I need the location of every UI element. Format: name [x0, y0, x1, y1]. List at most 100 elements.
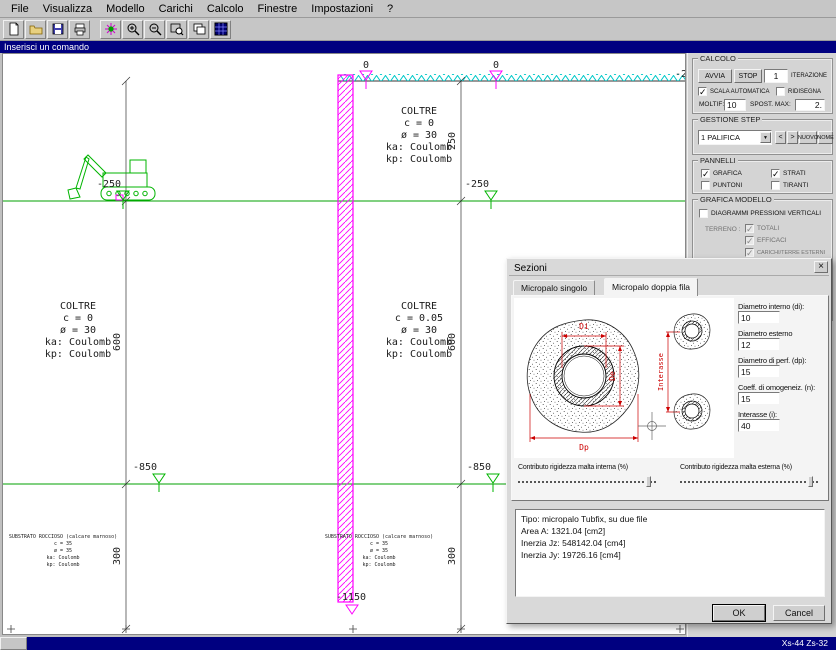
micropile-wall[interactable] — [338, 75, 353, 602]
strati-box[interactable] — [771, 169, 780, 178]
zoom-out-button[interactable] — [144, 20, 165, 39]
menu-finestre[interactable]: Finestre — [251, 1, 305, 17]
svg-text:c = 0.05: c = 0.05 — [395, 313, 443, 324]
elev-zero-right: 0 — [493, 60, 499, 71]
zoom-window-button[interactable] — [166, 20, 187, 39]
diagrammi-box[interactable] — [699, 209, 708, 218]
ridisegna-checkbox[interactable]: RIDISEGNA — [776, 87, 821, 96]
elev-minus1150: -1150 — [336, 592, 366, 603]
slider-interna-track[interactable] — [518, 481, 656, 483]
close-icon[interactable] — [814, 261, 828, 273]
menu-modello[interactable]: Modello — [99, 1, 152, 17]
puntoni-checkbox[interactable]: PUNTONI — [701, 181, 742, 190]
ok-button[interactable]: OK — [713, 605, 765, 621]
field-dp-input[interactable] — [738, 365, 780, 378]
sezione-tabpage: Di De Dp Interasse Diametro int — [511, 295, 829, 501]
nome-button[interactable]: NOME — [818, 131, 833, 144]
menu-help[interactable]: ? — [380, 1, 400, 17]
tab-micropalo-doppia-fila[interactable]: Micropalo doppia fila — [604, 278, 698, 296]
field-n-input[interactable] — [738, 392, 780, 405]
grafica-box[interactable] — [701, 169, 710, 178]
redraw-button[interactable] — [100, 20, 121, 39]
nuovo-button[interactable]: NUOVO — [799, 131, 817, 144]
elev-zero-left: 0 — [363, 60, 369, 71]
svg-text:ø = 35: ø = 35 — [54, 548, 72, 554]
tiranti-checkbox[interactable]: TIRANTI — [771, 181, 808, 190]
chevron-down-icon[interactable] — [760, 132, 771, 143]
gestione-step-title: GESTIONE STEP — [698, 115, 762, 124]
moltif-field[interactable] — [724, 99, 746, 111]
field-de-label: Diametro esterno — [738, 329, 792, 338]
menu-impostazioni[interactable]: Impostazioni — [304, 1, 380, 17]
svg-text:ø = 30: ø = 30 — [60, 325, 96, 336]
dim-de-label: De — [608, 371, 617, 381]
info-line-jy: Inerzia Jy: 19726.16 [cm4] — [521, 549, 819, 561]
open-button[interactable] — [25, 20, 46, 39]
svg-text:ka: Coulomb: ka: Coulomb — [362, 555, 395, 561]
save-button[interactable] — [47, 20, 68, 39]
terreno-label: TERRENO : — [705, 226, 740, 233]
spost-max-label: SPOST. MAX: — [750, 101, 791, 108]
step-combobox[interactable]: 1 PALIFICA — [698, 130, 772, 145]
svg-text:ka: Coulomb: ka: Coulomb — [386, 142, 452, 153]
info-line-jz: Inerzia Jz: 548142.04 [cm4] — [521, 537, 819, 549]
svg-text:ø = 30: ø = 30 — [401, 325, 437, 336]
step-next-button[interactable]: > — [787, 131, 798, 144]
dim-300-right: 300 — [447, 547, 458, 565]
tiranti-box[interactable] — [771, 181, 780, 190]
svg-text:kp: Coulomb: kp: Coulomb — [362, 562, 395, 568]
svg-text:COLTRE: COLTRE — [401, 301, 437, 312]
sezioni-dialog-titlebar[interactable]: Sezioni — [509, 261, 829, 276]
svg-text:ø = 30: ø = 30 — [401, 130, 437, 141]
slider-interna-label: Contributo rigidezza malta interna (%) — [518, 464, 628, 471]
scala-automatica-checkbox[interactable]: SCALA AUTOMATICA — [698, 87, 769, 96]
zoom-out-icon — [148, 22, 162, 36]
zoom-in-button[interactable] — [122, 20, 143, 39]
field-dp-label: Diametro di perf. (dp): — [738, 356, 806, 365]
svg-text:ka: Coulomb: ka: Coulomb — [45, 337, 111, 348]
grafica-checkbox[interactable]: GRAFICA — [701, 169, 742, 178]
puntoni-box[interactable] — [701, 181, 710, 190]
cancel-button[interactable]: Cancel — [773, 605, 825, 621]
slider-interna-handle[interactable] — [646, 476, 651, 487]
stop-button[interactable]: STOP — [734, 69, 762, 83]
step-prev-button[interactable]: < — [775, 131, 786, 144]
redraw-icon — [104, 22, 118, 36]
svg-text:kp: Coulomb: kp: Coulomb — [46, 562, 79, 568]
svg-text:SUBSTRATO ROCCIOSO (calcare ma: SUBSTRATO ROCCIOSO (calcare marnoso) — [325, 534, 433, 540]
terreno-totali-checkbox: TOTALI — [745, 224, 779, 233]
field-de-input[interactable] — [738, 338, 780, 351]
terreno-carichi-box — [745, 248, 754, 257]
menu-bar: File Visualizza Modello Carichi Calcolo … — [0, 0, 836, 18]
sezioni-dialog-title: Sezioni — [514, 263, 547, 274]
cascade-windows-button[interactable] — [188, 20, 209, 39]
command-prompt-text: Inserisci un comando — [4, 42, 89, 52]
menu-calcolo[interactable]: Calcolo — [200, 1, 251, 17]
tab-micropalo-singolo[interactable]: Micropalo singolo — [513, 280, 595, 295]
field-di-input[interactable] — [738, 311, 780, 324]
iterazione-field[interactable] — [764, 69, 788, 83]
sezioni-dialog: Sezioni Micropalo singolo Micropalo dopp… — [506, 258, 832, 624]
soil-label-top: COLTRE c = 0 ø = 30 ka: Coulomb kp: Coul… — [386, 106, 452, 165]
avvia-button[interactable]: AVVIA — [698, 69, 732, 83]
strati-checkbox[interactable]: STRATI — [771, 169, 806, 178]
field-interasse-label: Interasse (i): — [738, 410, 777, 419]
substrate-label-left: SUBSTRATO ROCCIOSO (calcare marnoso) c =… — [9, 534, 117, 568]
diagrammi-checkbox[interactable]: DIAGRAMMI PRESSIONI VERTICALI — [699, 209, 821, 218]
svg-text:COLTRE: COLTRE — [401, 106, 437, 117]
slider-esterna-handle[interactable] — [808, 476, 813, 487]
field-interasse-input[interactable] — [738, 419, 780, 432]
new-document-button[interactable] — [3, 20, 24, 39]
field-di-label: Diametro interno (di): — [738, 302, 804, 311]
ridisegna-box[interactable] — [776, 87, 785, 96]
command-bar[interactable]: Inserisci un comando — [0, 41, 836, 53]
menu-carichi[interactable]: Carichi — [152, 1, 200, 17]
print-button[interactable] — [69, 20, 90, 39]
dim-di-label: Di — [579, 322, 589, 331]
menu-file[interactable]: File — [4, 1, 36, 17]
menu-visualizza[interactable]: Visualizza — [36, 1, 99, 17]
spost-max-field[interactable] — [795, 99, 825, 111]
display-options-button[interactable] — [210, 20, 231, 39]
scala-automatica-box[interactable] — [698, 87, 707, 96]
slider-esterna-track[interactable] — [680, 481, 818, 483]
